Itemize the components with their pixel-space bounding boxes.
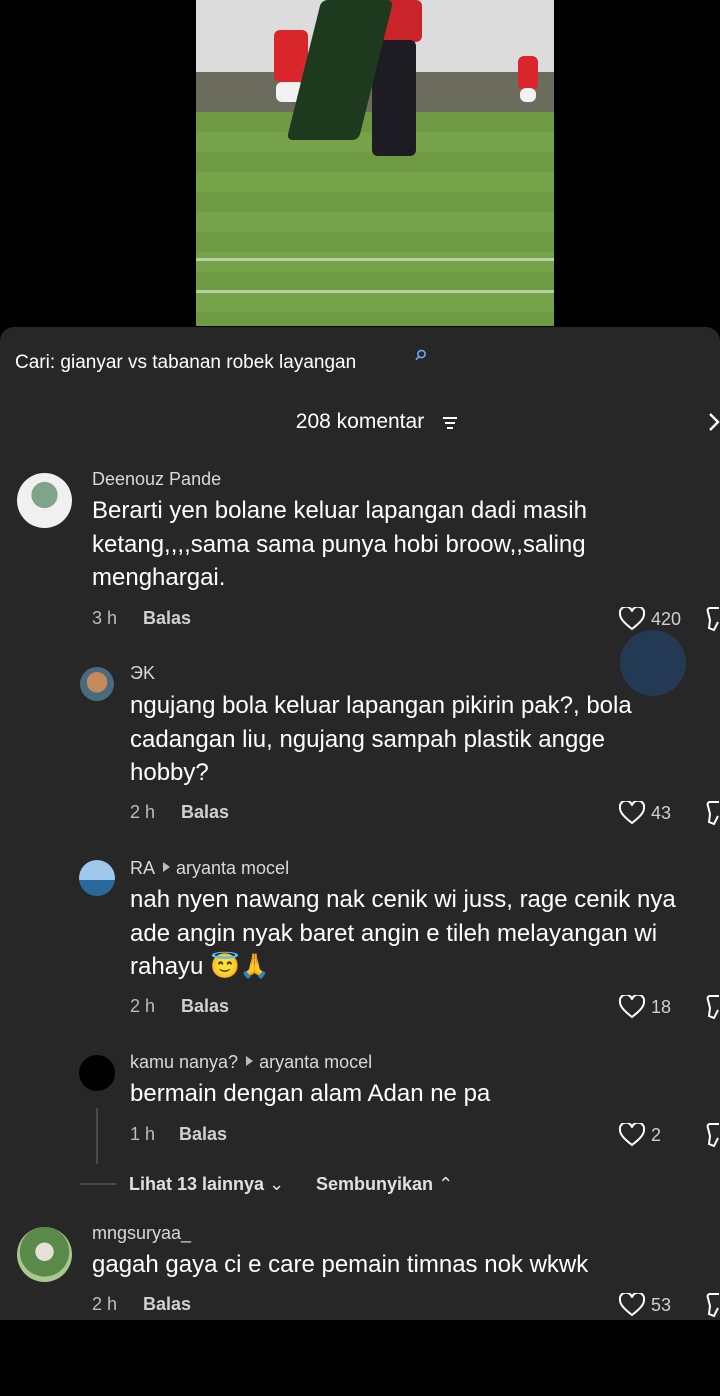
hide-label: Sembunyikan [316, 1174, 434, 1194]
comment-text: gagah gaya ci e care pemain timnas nok w… [92, 1251, 589, 1278]
reply-button[interactable]: Balas [179, 1124, 227, 1145]
dislike-icon[interactable] [706, 606, 720, 632]
avatar[interactable] [17, 473, 72, 528]
player-figure [520, 88, 536, 102]
comment-username[interactable]: kamu nanya? aryanta mocel [130, 1052, 372, 1073]
chevron-up-icon: ⌃ [438, 1174, 454, 1194]
comment-time: 2 h [92, 1294, 118, 1314]
comment-text: bermain dengan alam Adan ne pa [130, 1080, 491, 1107]
comment-username[interactable]: Deenouz Pande [92, 469, 221, 490]
like-count: 18 [651, 997, 672, 1017]
comment-time: 3 h [92, 608, 118, 628]
avatar[interactable] [79, 860, 115, 896]
hide-replies-button[interactable]: Sembunyikan ⌃ [316, 1174, 453, 1195]
reply-button[interactable]: Balas [181, 802, 229, 823]
like-count: 53 [651, 1295, 672, 1315]
avatar[interactable] [80, 667, 114, 701]
reply-arrow-icon [246, 1056, 254, 1066]
thread-line [96, 1108, 98, 1164]
pitch-line [196, 258, 554, 261]
dislike-icon[interactable] [706, 1122, 720, 1148]
username: kamu nanya? [130, 1052, 239, 1072]
comment-count: 208 komentar [295, 410, 425, 433]
search-prefix: Cari: [15, 352, 61, 373]
comment-count-header: 208 komentar [0, 410, 720, 434]
chevron-down-icon: ⌄ [269, 1174, 285, 1194]
heart-icon[interactable] [619, 1123, 645, 1147]
comment-time: 2 h [130, 802, 156, 822]
avatar[interactable] [79, 1055, 115, 1091]
player-figure [518, 56, 538, 90]
reply-arrow-icon [163, 862, 171, 872]
view-more-replies-button[interactable]: Lihat 13 lainnya ⌄ [129, 1174, 284, 1195]
search-suggestion[interactable]: Cari: gianyar vs tabanan robek layangan [15, 352, 356, 374]
filter-icon[interactable] [442, 416, 458, 430]
chevron-right-icon[interactable] [708, 412, 720, 432]
comment-time: 2 h [130, 996, 156, 1016]
comment-text: nah nyen nawang nak cenik wi juss, rage … [130, 886, 676, 980]
reply-to-username: aryanta mocel [259, 1052, 373, 1072]
like-count: 2 [651, 1125, 662, 1145]
comment-username[interactable]: ЭK [130, 663, 155, 684]
heart-icon[interactable] [619, 1293, 645, 1317]
dislike-icon[interactable] [706, 994, 720, 1020]
view-more-label: Lihat 13 lainnya [129, 1174, 265, 1194]
avatar[interactable] [17, 1227, 72, 1282]
comment-text: Berarti yen bolane keluar lapangan dadi … [92, 497, 587, 591]
reply-button[interactable]: Balas [143, 1294, 191, 1315]
touch-indicator [620, 630, 686, 696]
like-count: 43 [651, 803, 672, 823]
reply-button[interactable]: Balas [181, 996, 229, 1017]
dislike-icon[interactable] [706, 800, 720, 826]
like-count: 420 [651, 609, 682, 629]
heart-icon[interactable] [619, 607, 645, 631]
comment-time: 1 h [130, 1124, 156, 1144]
search-icon[interactable] [415, 349, 427, 361]
video-player[interactable] [196, 0, 554, 326]
comment-text: ngujang bola keluar lapangan pikirin pak… [130, 692, 632, 786]
thread-divider [80, 1183, 116, 1185]
heart-icon[interactable] [619, 801, 645, 825]
reply-button[interactable]: Balas [143, 608, 191, 629]
username: RA [130, 858, 156, 878]
dislike-icon[interactable] [706, 1292, 720, 1318]
pitch-line [196, 290, 554, 293]
comment-username[interactable]: mngsuryaa_ [92, 1223, 191, 1244]
comment-username[interactable]: RA aryanta mocel [130, 858, 289, 879]
reply-to-username: aryanta mocel [176, 858, 290, 878]
search-query: gianyar vs tabanan robek layangan [60, 352, 357, 373]
heart-icon[interactable] [619, 995, 645, 1019]
